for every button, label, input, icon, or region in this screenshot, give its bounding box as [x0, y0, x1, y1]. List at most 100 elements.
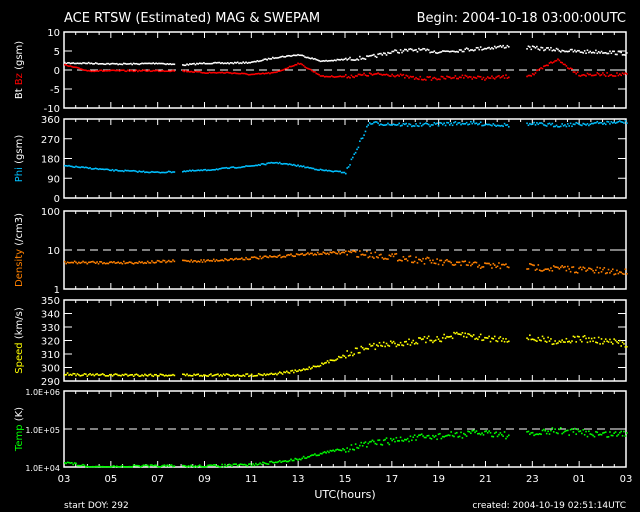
data-point-bt: [593, 52, 596, 54]
data-point-bt: [167, 63, 170, 66]
data-point-speed: [496, 340, 499, 343]
data-point-speed: [271, 373, 274, 376]
data-point-phi: [444, 124, 447, 127]
data-point-bz: [170, 70, 173, 72]
data-point-temp: [108, 466, 111, 468]
data-point-bz: [396, 74, 399, 76]
data-point-density: [367, 256, 370, 259]
data-point-temp: [589, 433, 592, 435]
data-point-density: [90, 261, 93, 263]
data-point-density: [479, 267, 482, 270]
data-point-speed: [269, 373, 271, 375]
data-point-temp: [543, 428, 545, 431]
data-point-speed: [329, 359, 332, 361]
data-point-density: [158, 260, 160, 262]
data-point-temp: [401, 439, 403, 442]
data-point-speed: [252, 375, 254, 377]
data-point-speed: [211, 375, 214, 377]
data-point-bz: [529, 74, 531, 77]
data-point-temp: [500, 433, 503, 436]
data-point-density: [451, 263, 454, 266]
data-point-temp: [309, 454, 312, 457]
data-point-bt: [361, 57, 364, 60]
data-point-temp: [156, 465, 159, 468]
data-point-temp: [308, 455, 311, 458]
data-point-bt: [159, 62, 162, 65]
data-point-speed: [207, 375, 209, 377]
data-point-bt: [626, 52, 628, 54]
data-point-bt: [427, 49, 430, 51]
data-point-bt: [307, 56, 309, 59]
data-point-density: [83, 261, 86, 264]
data-point-bz: [413, 78, 416, 80]
data-point-temp: [257, 463, 260, 466]
data-point-bt: [569, 48, 572, 51]
data-point-bz: [238, 72, 240, 75]
data-point-density: [276, 256, 278, 259]
data-point-phi: [359, 140, 361, 143]
data-point-density: [236, 258, 239, 261]
data-point-density: [545, 268, 548, 271]
data-point-temp: [621, 434, 624, 437]
data-point-temp: [360, 441, 363, 444]
data-point-phi: [493, 124, 496, 127]
data-point-bz: [506, 77, 509, 79]
data-point-temp: [96, 465, 98, 468]
data-point-bt: [454, 51, 457, 53]
data-point-phi: [447, 122, 450, 124]
data-point-temp: [478, 432, 481, 435]
data-point-temp: [274, 461, 277, 464]
data-point-bz: [330, 75, 333, 77]
data-point-speed: [83, 373, 86, 375]
data-point-temp: [486, 431, 489, 434]
data-point-speed: [267, 373, 270, 376]
data-point-speed: [425, 341, 427, 344]
data-point-phi: [214, 168, 216, 171]
data-point-density: [463, 260, 465, 263]
data-point-temp: [146, 464, 149, 467]
data-point-bz: [346, 76, 349, 79]
data-point-speed: [406, 343, 409, 346]
data-point-speed: [173, 374, 176, 377]
data-point-temp: [429, 437, 431, 439]
data-point-density: [624, 268, 627, 271]
data-point-temp: [503, 431, 506, 433]
data-point-bz: [381, 74, 384, 76]
y-tick-label: 10: [47, 28, 60, 39]
data-point-bt: [219, 62, 222, 65]
data-point-temp: [496, 435, 499, 438]
data-point-temp: [165, 465, 167, 468]
data-point-bz: [284, 67, 287, 70]
data-point-density: [234, 258, 236, 260]
data-point-temp: [349, 448, 351, 451]
data-point-phi: [343, 171, 346, 174]
data-point-bz: [328, 75, 330, 78]
data-point-bt: [347, 58, 350, 60]
data-point-phi: [562, 124, 565, 127]
data-point-phi: [377, 122, 379, 125]
data-point-bz: [76, 66, 79, 69]
data-point-bz: [470, 76, 472, 78]
data-point-density: [287, 254, 289, 256]
data-point-phi: [541, 122, 544, 125]
data-point-density: [550, 267, 552, 269]
data-point-temp: [264, 462, 267, 465]
data-point-temp: [592, 434, 594, 437]
data-point-temp: [588, 430, 590, 433]
data-point-bt: [493, 45, 496, 48]
data-point-density: [416, 262, 419, 264]
data-point-bt: [93, 62, 96, 65]
data-point-phi: [581, 124, 583, 127]
data-point-speed: [149, 373, 152, 376]
data-point-bz: [97, 70, 100, 72]
data-point-temp: [388, 443, 391, 446]
data-point-bz: [472, 76, 475, 78]
data-point-bt: [339, 59, 341, 61]
data-point-density: [554, 266, 556, 268]
data-point-speed: [127, 375, 129, 377]
data-point-speed: [125, 373, 128, 376]
data-point-bt: [191, 62, 194, 65]
data-point-temp: [411, 439, 413, 442]
data-point-bt: [538, 49, 541, 51]
data-point-speed: [201, 375, 204, 377]
